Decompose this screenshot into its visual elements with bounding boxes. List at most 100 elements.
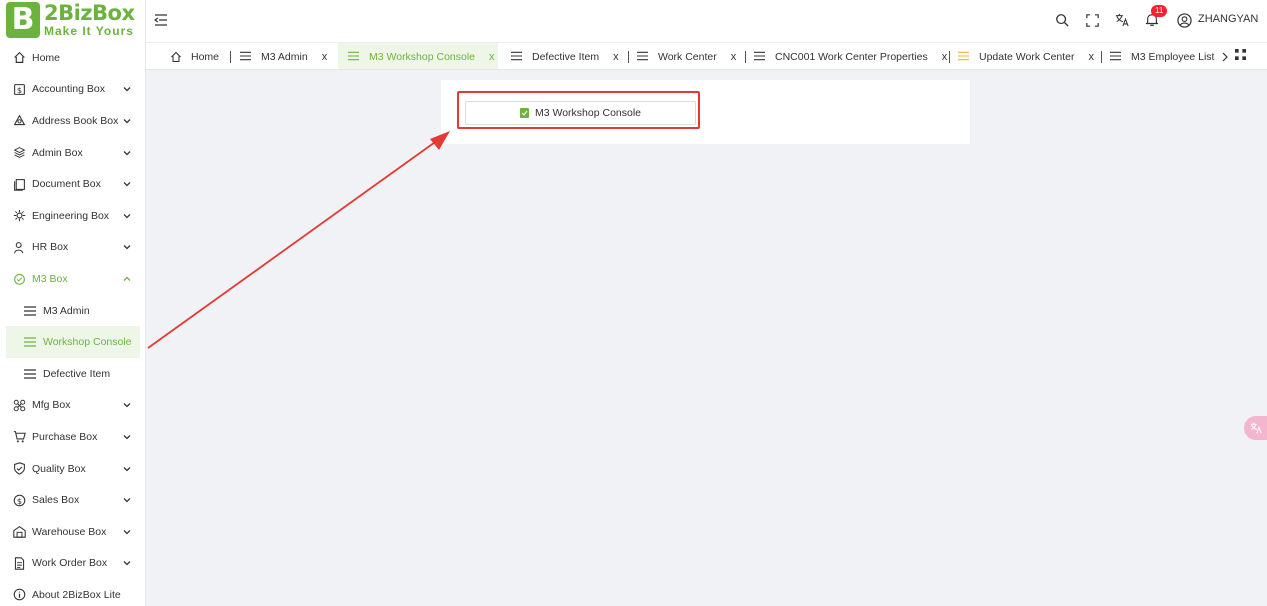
tab-bar: Home M3 Admin x M3 Workshop Console x De… (146, 42, 1267, 70)
tab-update-work-center[interactable]: Update Work Center x (958, 43, 1095, 69)
tab-close-button[interactable]: x (1089, 51, 1095, 63)
sidebar-item-label: Accounting Box (32, 83, 105, 96)
chevron-down-icon (123, 150, 131, 155)
translate-icon[interactable] (1114, 12, 1130, 28)
tab-close-button[interactable]: x (613, 51, 619, 63)
tab-close-button[interactable]: x (731, 51, 737, 63)
sidebar-item-m3-box[interactable]: M3 Box (0, 263, 146, 295)
sidebar-item-label: Work Order Box (32, 557, 108, 570)
tab-label: M3 Employee List (1131, 51, 1215, 63)
notification-badge: 11 (1151, 5, 1168, 17)
sidebar-item-document[interactable]: Document Box (0, 168, 146, 200)
tab-label: CNC001 Work Center Properties (775, 51, 928, 63)
sidebar-item-about[interactable]: About 2BizBox Lite (0, 579, 146, 606)
sidebar-item-home[interactable]: Home (0, 42, 146, 74)
fullscreen-icon[interactable] (1084, 12, 1100, 28)
collapse-menu-icon[interactable] (154, 13, 168, 27)
sidebar-item-workshop-console[interactable]: Workshop Console (6, 326, 140, 358)
sidebar-item-label: Purchase Box (32, 430, 98, 443)
m3-workshop-console-button[interactable]: M3 Workshop Console (465, 101, 696, 125)
warehouse-icon (12, 525, 26, 539)
sidebar-item-m3-admin[interactable]: M3 Admin (0, 295, 146, 327)
user-avatar-icon[interactable] (1176, 12, 1192, 28)
hr-icon (12, 240, 26, 254)
menu-icon (754, 51, 766, 63)
sidebar-item-quality[interactable]: Quality Box (0, 453, 146, 485)
logo-tagline: Make It Yours (44, 24, 134, 38)
tab-menu-grid-icon[interactable] (1235, 49, 1247, 61)
chevron-down-icon (123, 466, 131, 471)
quality-icon (12, 462, 26, 476)
m3-icon (12, 272, 26, 286)
chevron-down-icon (123, 119, 131, 124)
tab-work-center[interactable]: Work Center x (637, 43, 737, 69)
top-header: 11 ZHANGYAN (146, 0, 1267, 42)
sidebar: B 2BizBox Make It Yours Home $ Accountin… (0, 0, 146, 606)
sidebar-item-hr[interactable]: HR Box (0, 232, 146, 264)
sidebar-item-engineering[interactable]: Engineering Box (0, 200, 146, 232)
tab-close-button[interactable]: x (489, 51, 495, 63)
menu-icon (24, 304, 36, 318)
sidebar-item-warehouse[interactable]: Warehouse Box (0, 516, 146, 548)
sidebar-item-purchase[interactable]: Purchase Box (0, 421, 146, 453)
home-icon (12, 51, 26, 65)
tab-scroll-right-icon[interactable] (1222, 52, 1228, 62)
tab-label: Home (191, 51, 220, 63)
menu-icon (958, 51, 970, 63)
console-icon (519, 108, 529, 118)
tab-label: Defective Item (532, 51, 600, 63)
menu-icon (637, 51, 649, 63)
tab-cnc001-properties[interactable]: CNC001 Work Center Properties x (754, 43, 948, 69)
chevron-down-icon (123, 529, 131, 535)
sidebar-item-label: About 2BizBox Lite (32, 588, 121, 601)
tab-separator (1101, 51, 1102, 63)
tab-label: Update Work Center (979, 51, 1075, 63)
tab-m3-admin[interactable]: M3 Admin x (240, 43, 328, 69)
logo-name: 2BizBox (44, 1, 135, 25)
svg-text:$: $ (16, 495, 21, 505)
menu-icon (511, 51, 523, 63)
home-icon (170, 51, 182, 63)
engineering-icon (12, 209, 26, 223)
tab-m3-employee-list[interactable]: M3 Employee List (1110, 43, 1215, 69)
sidebar-nav: Home $ Accounting Box Address Book Box A… (0, 42, 146, 606)
sidebar-item-defective-item[interactable]: Defective Item (0, 358, 146, 390)
sidebar-item-sales[interactable]: $ Sales Box (0, 484, 146, 516)
sidebar-item-label: Home (32, 51, 61, 64)
tab-separator (230, 51, 231, 63)
logo[interactable]: B 2BizBox Make It Yours (6, 1, 140, 38)
chevron-down-icon (123, 87, 131, 92)
translate-float-button[interactable] (1244, 416, 1267, 440)
tab-m3-workshop-console[interactable]: M3 Workshop Console x (338, 43, 498, 69)
chevron-down-icon (123, 245, 131, 250)
tab-close-button[interactable]: x (322, 51, 328, 63)
sidebar-item-mfg[interactable]: Mfg Box (0, 390, 146, 422)
menu-icon (240, 51, 252, 63)
sidebar-item-work-order[interactable]: Work Order Box (0, 548, 146, 580)
chevron-down-icon (123, 498, 131, 503)
sidebar-item-label: HR Box (32, 241, 69, 254)
tab-home[interactable]: Home (170, 43, 220, 69)
chevron-down-icon (123, 182, 131, 187)
sidebar-item-label: Warehouse Box (32, 525, 107, 538)
address-book-icon (12, 114, 26, 128)
sidebar-item-label: M3 Admin (43, 304, 90, 317)
chevron-down-icon (123, 434, 131, 440)
sidebar-item-label: Address Book Box (32, 114, 119, 127)
tab-separator (949, 51, 950, 63)
menu-icon (348, 51, 360, 63)
tab-defective-item[interactable]: Defective Item x (511, 43, 619, 69)
search-icon[interactable] (1054, 12, 1070, 28)
menu-icon (24, 335, 36, 349)
sidebar-item-accounting[interactable]: $ Accounting Box (0, 74, 146, 106)
sidebar-item-label: Sales Box (32, 494, 80, 507)
menu-icon (24, 367, 36, 381)
chevron-down-icon (123, 213, 131, 219)
tab-label: M3 Workshop Console (369, 51, 476, 63)
sidebar-item-admin[interactable]: Admin Box (0, 137, 146, 169)
sidebar-item-address-book[interactable]: Address Book Box (0, 105, 146, 137)
user-name[interactable]: ZHANGYAN (1198, 13, 1258, 25)
tab-separator (628, 51, 629, 63)
sidebar-item-label: Mfg Box (32, 399, 71, 412)
tab-close-button[interactable]: x (942, 51, 948, 63)
